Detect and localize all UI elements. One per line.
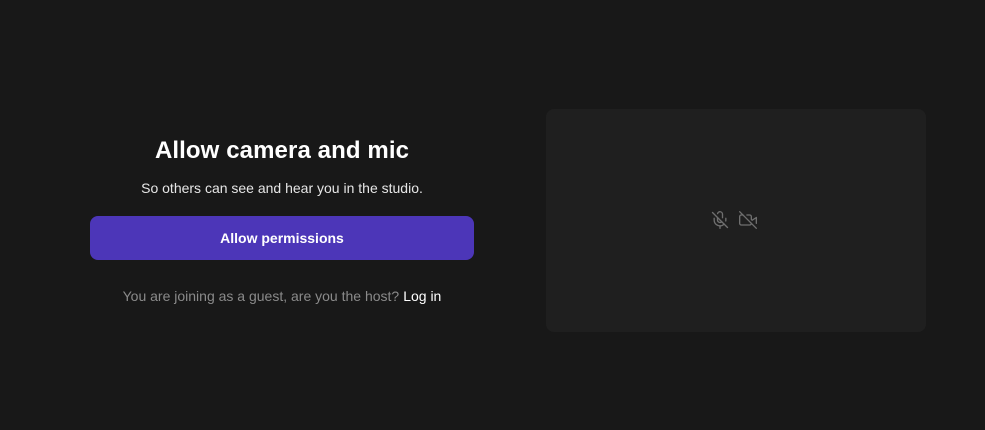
- mic-off-icon: [710, 210, 730, 230]
- page-subtitle: So others can see and hear you in the st…: [141, 180, 423, 196]
- permissions-panel: Allow camera and mic So others can see a…: [90, 136, 474, 306]
- video-preview: [546, 109, 926, 332]
- page-title: Allow camera and mic: [154, 137, 410, 164]
- camera-off-icon: [738, 210, 758, 230]
- preview-status-icons: [710, 210, 758, 230]
- guest-prompt-text: You are joining as a guest, are you the …: [122, 288, 400, 304]
- login-link[interactable]: Log in: [403, 288, 441, 304]
- guest-host-prompt: You are joining as a guest, are you the …: [90, 286, 474, 306]
- allow-permissions-button[interactable]: Allow permissions: [90, 216, 474, 260]
